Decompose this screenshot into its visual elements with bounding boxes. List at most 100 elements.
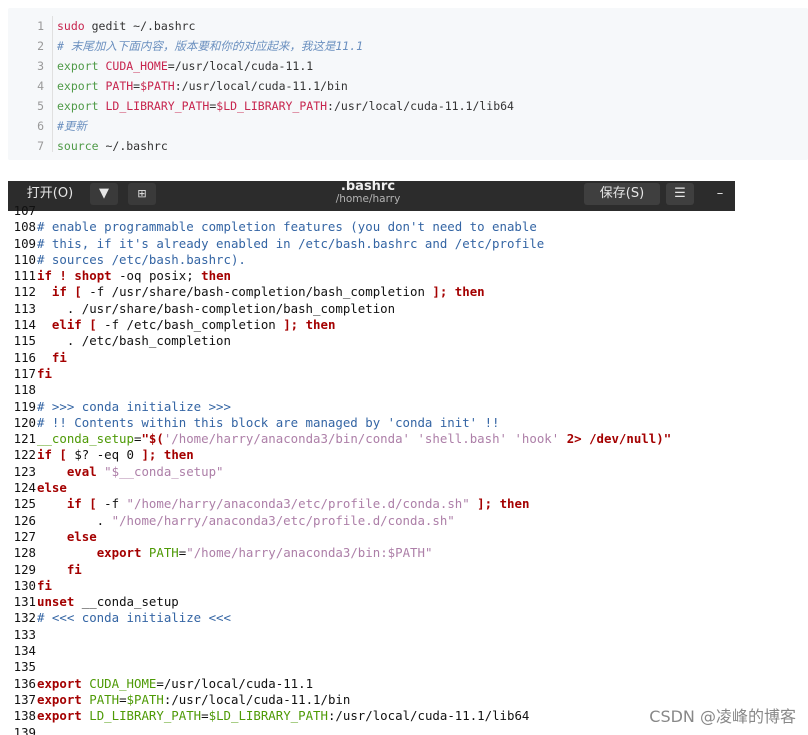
code-token: # >>> conda initialize >>> (37, 398, 231, 414)
code-token: fi (37, 365, 52, 381)
snippet-code: # 末尾加入下面内容，版本要和你的对应起来，我这是11.1 (57, 36, 363, 56)
code-token: export (37, 675, 82, 691)
editor-line: 110 # sources /etc/bash.bashrc). (8, 252, 735, 268)
line-content: export PATH=$PATH:/usr/local/cuda-11.1/b… (37, 692, 350, 708)
code-token: elif (51, 317, 82, 333)
code-token: "/home/harry/anaconda3/bin:$PATH" (186, 545, 433, 561)
code-token: export (57, 79, 106, 93)
code-token: LD_LIBRARY_PATH (105, 99, 210, 113)
code-token: ~/.bashrc (105, 139, 168, 153)
editor-line: 130 fi (8, 578, 735, 594)
code-token: . /etc/bash_completion (37, 333, 231, 349)
code-token: fi (51, 349, 67, 365)
save-button[interactable]: 保存(S) (584, 183, 660, 205)
line-number: 123 (13, 463, 36, 479)
code-token: PATH (148, 545, 179, 561)
line-number: 122 (13, 447, 36, 463)
line-number: 121 (13, 431, 36, 447)
snippet-code: export PATH=$PATH:/usr/local/cuda-11.1/b… (57, 76, 348, 96)
code-token: :/usr/local/cuda-11.1/lib64 (327, 708, 530, 724)
code-token: gedit ~/.bashrc (91, 19, 196, 33)
line-content: fi (37, 366, 52, 382)
line-number: 111 (13, 268, 36, 284)
code-token: eval (66, 463, 97, 479)
line-content: # this, if it's already enabled in /etc/… (37, 236, 544, 252)
code-token: if (37, 268, 52, 284)
text-view[interactable]: 107 108 # enable programmable completion f… (8, 203, 735, 735)
line-content: . /etc/bash_completion (37, 333, 231, 349)
code-token: export (96, 545, 142, 561)
code-token: then (454, 284, 485, 300)
snippet-line-number: 5 (37, 99, 44, 113)
code-token: ]; (477, 496, 493, 512)
editor-line: 118 (8, 382, 735, 398)
snippet-line-number: 2 (37, 39, 44, 53)
line-content: export LD_LIBRARY_PATH=$LD_LIBRARY_PATH:… (37, 708, 529, 724)
code-token: unset (37, 594, 75, 610)
editor-line: 122 if [ $? -eq 0 ]; then (8, 447, 735, 463)
editor-line: 135 (8, 659, 735, 675)
line-content: elif [ -f /etc/bash_completion ]; then (37, 317, 336, 333)
line-content: unset __conda_setup (37, 594, 179, 610)
snippet-line-number: 6 (37, 119, 44, 133)
editor-line: 126 . "/home/harry/anaconda3/etc/profile… (8, 513, 735, 529)
line-number: 133 (13, 626, 36, 642)
line-number: 127 (13, 528, 36, 544)
line-number: 115 (13, 333, 36, 349)
line-content: if [ -f "/home/harry/anaconda3/etc/profi… (37, 496, 530, 512)
code-token: [ (89, 496, 97, 512)
snippet-code: #更新 (57, 116, 87, 136)
code-token: $LD_LIBRARY_PATH (216, 99, 328, 113)
line-content: fi (37, 578, 52, 594)
code-token: export (37, 708, 82, 724)
code-token: # <<< conda initialize <<< (37, 610, 231, 626)
code-token: else (66, 528, 97, 544)
line-content: if ! shopt -oq posix; then (37, 268, 231, 284)
editor-line: 108 # enable programmable completion feat… (8, 219, 735, 235)
code-token: . /usr/share/bash-completion/bash_comple… (37, 300, 396, 316)
line-number: 107 (13, 203, 36, 218)
code-token: then (201, 268, 232, 284)
hamburger-menu-icon[interactable]: ☰ (666, 183, 694, 205)
code-token: 2> (566, 431, 582, 447)
code-token: -f (96, 496, 127, 512)
minimize-icon[interactable]: – (708, 183, 732, 205)
code-token: -oq posix; (111, 268, 202, 284)
code-token: source (57, 139, 106, 153)
line-content: if [ -f /usr/share/bash-completion/bash_… (37, 284, 485, 300)
open-button[interactable]: 打开(O) (14, 183, 86, 205)
editor-line: 133 (8, 627, 735, 643)
editor-line: 113 . /usr/share/bash-completion/bash_co… (8, 301, 735, 317)
code-token: $? -eq 0 (66, 447, 142, 463)
new-tab-icon[interactable]: ⊞ (128, 183, 156, 205)
gedit-window: 打开(O) ▼ ⊞ .bashrc /home/harry 保存(S) ☰ – … (8, 181, 735, 735)
editor-line: 112 if [ -f /usr/share/bash-completion/b… (8, 284, 735, 300)
code-token: = (119, 691, 127, 707)
line-number: 110 (13, 251, 36, 267)
editor-line: 107 (8, 203, 735, 219)
editor-line: 120 # !! Contents within this block are m… (8, 415, 735, 431)
snippet-line-number: 7 (37, 139, 44, 153)
code-token: # enable programmable completion feature… (37, 219, 537, 235)
code-token: export (37, 691, 82, 707)
code-token: if (37, 447, 52, 463)
line-number: 109 (13, 235, 36, 251)
code-token: fi (66, 561, 82, 577)
editor-line: 131 unset __conda_setup (8, 594, 735, 610)
code-token: if (66, 496, 82, 512)
code-token: else (37, 480, 67, 496)
line-content: __conda_setup="$('/home/harry/anaconda3/… (37, 431, 671, 447)
line-number-gutter (52, 16, 53, 152)
snippet-line-number: 4 (37, 79, 44, 93)
line-number: 126 (13, 512, 36, 528)
code-token: "/home/harry/anaconda3/etc/profile.d/con… (111, 512, 455, 528)
code-token: __conda_setup (37, 431, 134, 447)
chevron-down-icon[interactable]: ▼ (90, 183, 118, 205)
code-token: [ (59, 447, 67, 463)
